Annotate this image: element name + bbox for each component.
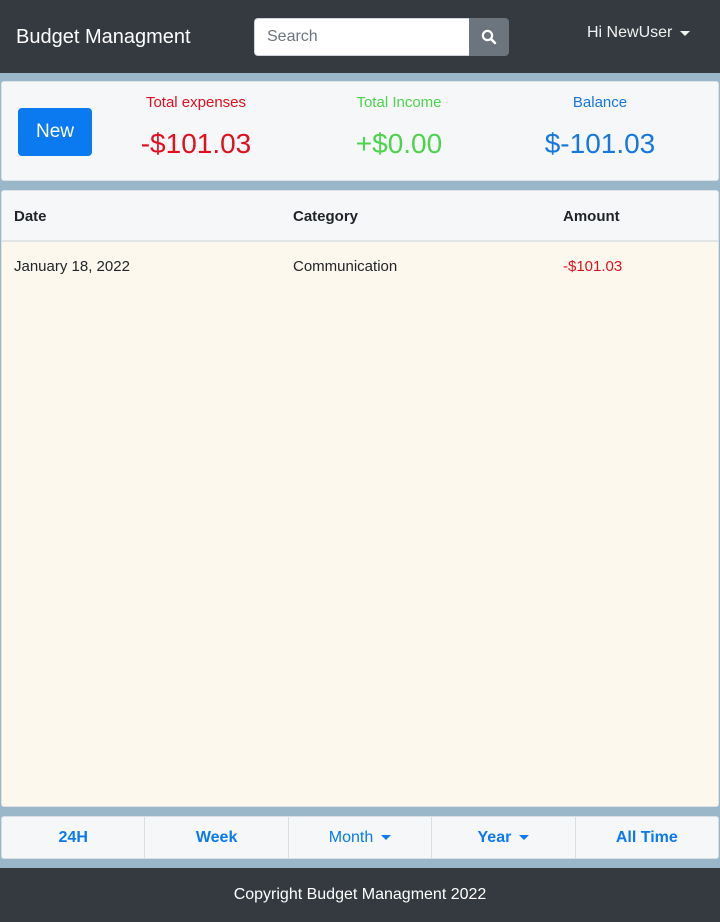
period-month-label: Month	[328, 828, 374, 846]
total-income-value: +$0.00	[355, 128, 443, 159]
new-transaction-button[interactable]: New	[18, 108, 92, 156]
total-expenses-stat: Total expenses -$101.03	[96, 94, 296, 160]
table-header: Date Category Amount	[2, 191, 718, 242]
row-date: January 18, 2022	[14, 258, 130, 275]
table-row[interactable]: January 18, 2022 Communication -$101.03	[2, 242, 718, 292]
app-page: Budget Managment Hi NewUser New Total ex…	[0, 0, 720, 922]
column-header-amount[interactable]: Amount	[563, 208, 620, 225]
total-expenses-value: -$101.03	[140, 128, 252, 159]
period-all-time-button[interactable]: All Time	[574, 816, 720, 859]
balance-label: Balance	[572, 94, 628, 111]
search-input[interactable]	[254, 18, 469, 56]
search-icon	[481, 29, 497, 45]
row-amount: -$101.03	[563, 258, 623, 275]
search-form	[254, 18, 509, 56]
period-year-label: Year	[477, 828, 512, 846]
brand-title[interactable]: Budget Managment	[16, 26, 191, 49]
balance-stat: Balance $-101.03	[500, 94, 700, 160]
total-income-stat: Total Income +$0.00	[299, 94, 499, 160]
user-menu-toggle[interactable]: Hi NewUser	[587, 24, 691, 42]
navbar: Budget Managment Hi NewUser	[0, 0, 720, 73]
chevron-down-icon	[680, 30, 691, 36]
period-24h-label: 24H	[58, 828, 88, 846]
period-week-button[interactable]: Week	[144, 816, 289, 859]
chevron-down-icon	[381, 835, 392, 840]
period-all-time-label: All Time	[615, 828, 678, 846]
period-filter-bar: 24H Week Month Year All Time	[1, 816, 720, 859]
period-month-dropdown[interactable]: Month	[287, 816, 433, 859]
footer: Copyright Budget Managment 2022	[0, 868, 720, 922]
row-category: Communication	[293, 258, 398, 275]
copyright-text: Copyright Budget Managment 2022	[233, 886, 487, 903]
total-income-label: Total Income	[356, 94, 442, 111]
total-expenses-label: Total expenses	[145, 94, 247, 111]
chevron-down-icon	[519, 835, 530, 840]
balance-value: $-101.03	[544, 128, 656, 159]
column-header-category[interactable]: Category	[293, 208, 358, 225]
period-year-dropdown[interactable]: Year	[431, 816, 576, 859]
transactions-table: Date Category Amount January 18, 2022 Co…	[1, 190, 719, 807]
user-greeting: Hi NewUser	[587, 24, 673, 41]
summary-panel: New Total expenses -$101.03 Total Income…	[1, 81, 719, 181]
search-button[interactable]	[469, 18, 509, 56]
period-week-label: Week	[195, 828, 238, 846]
column-header-date[interactable]: Date	[14, 208, 47, 225]
period-24h-button[interactable]: 24H	[1, 816, 146, 859]
